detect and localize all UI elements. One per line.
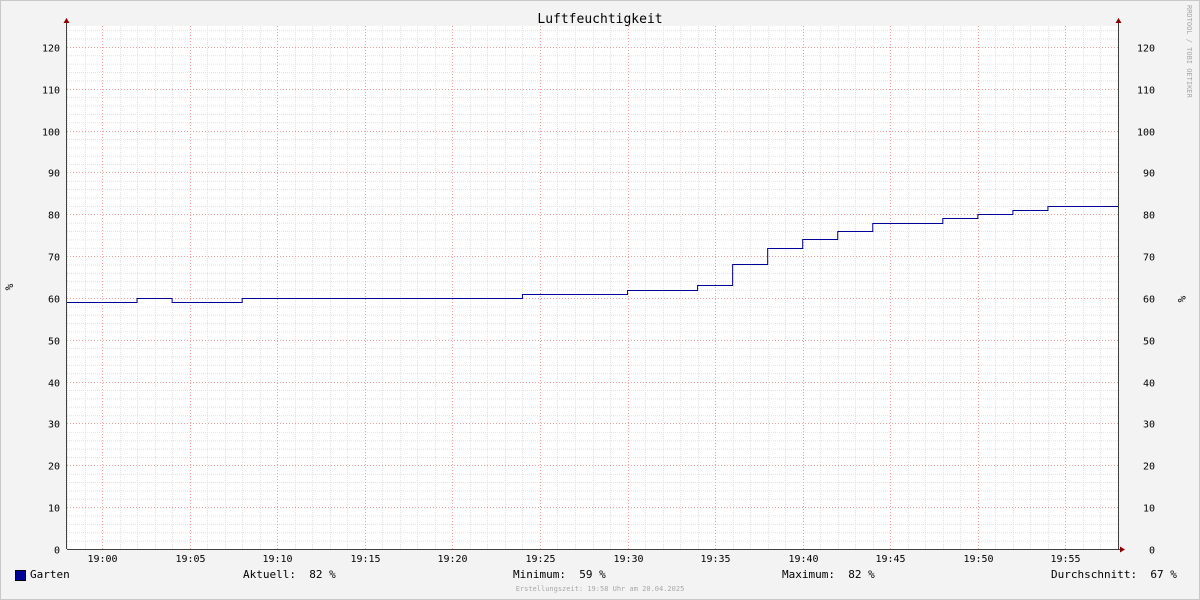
x-tick-label: 19:10: [262, 554, 292, 565]
x-tick-label: 19:15: [350, 554, 380, 565]
y-tick-label-right: 100: [1137, 128, 1155, 139]
x-tick-label: 19:00: [87, 554, 117, 565]
stat-average: Durchschnitt: 67 %: [1051, 568, 1177, 581]
watermark: RRDTOOL / TOBI OETIKER: [1185, 5, 1193, 99]
y-tick-label-right: 110: [1137, 86, 1155, 97]
y-tick-label-left: 30: [48, 420, 60, 431]
chart-title: Luftfeuchtigkeit: [537, 12, 662, 27]
stat-maximum: Maximum: 82 %: [782, 568, 875, 581]
x-axis-arrow: [1120, 546, 1125, 553]
x-tick-label: 19:50: [963, 554, 993, 565]
legend-series-label: Garten: [30, 568, 70, 581]
y-tick-label-left: 10: [48, 504, 60, 515]
y-tick-label-right: 20: [1143, 462, 1155, 473]
y-tick-label-right: 90: [1143, 169, 1155, 180]
y-axis-arrow-left: [63, 18, 70, 23]
y-axis-arrow-right: [1115, 18, 1122, 23]
y-tick-label-right: 120: [1137, 44, 1155, 55]
y-tick-label-left: 70: [48, 253, 60, 264]
chart-canvas: 0 0 10 10 20 20 30 30 40 40 50 50 60 60 70 70 80 80 90 90 10…: [3, 5, 1193, 565]
y-axis-label-right: %: [1175, 296, 1188, 303]
stat-current: Aktuell: 82 %: [243, 568, 336, 581]
y-tick-label-left: 80: [48, 211, 60, 222]
y-tick-label-left: 20: [48, 462, 60, 473]
legend-swatch-garten: [15, 570, 26, 581]
y-tick-label-right: 80: [1143, 211, 1155, 222]
y-tick-label-right: 10: [1143, 504, 1155, 515]
x-tick-label: 19:45: [875, 554, 905, 565]
footer-timestamp: Erstellungszeit: 19:58 Uhr am 20.04.2025: [515, 585, 685, 593]
y-tick-label-left: 100: [42, 128, 60, 139]
y-tick-label-left: 120: [42, 44, 60, 55]
x-tick-label: 19:35: [700, 554, 730, 565]
y-tick-label-right: 50: [1143, 337, 1155, 348]
x-tick-label: 19:55: [1050, 554, 1080, 565]
y-tick-label-right: 70: [1143, 253, 1155, 264]
x-tick-label: 19:25: [525, 554, 555, 565]
y-tick-label-right: 60: [1143, 295, 1155, 306]
x-tick-label: 19:05: [175, 554, 205, 565]
y-axis-label-left: %: [3, 283, 16, 290]
y-tick-label-right: 40: [1143, 379, 1155, 390]
y-tick-label-left: 60: [48, 295, 60, 306]
y-tick-label-left: 50: [48, 337, 60, 348]
y-tick-label-left: 0: [54, 546, 60, 557]
y-tick-label-left: 40: [48, 379, 60, 390]
y-tick-label-right: 0: [1149, 546, 1155, 557]
y-tick-label-left: 90: [48, 169, 60, 180]
x-tick-label: 19:40: [788, 554, 818, 565]
y-tick-label-left: 110: [42, 86, 60, 97]
y-tick-label-right: 30: [1143, 420, 1155, 431]
stat-minimum: Minimum: 59 %: [513, 568, 606, 581]
x-tick-label: 19:30: [613, 554, 643, 565]
x-tick-label: 19:20: [437, 554, 467, 565]
